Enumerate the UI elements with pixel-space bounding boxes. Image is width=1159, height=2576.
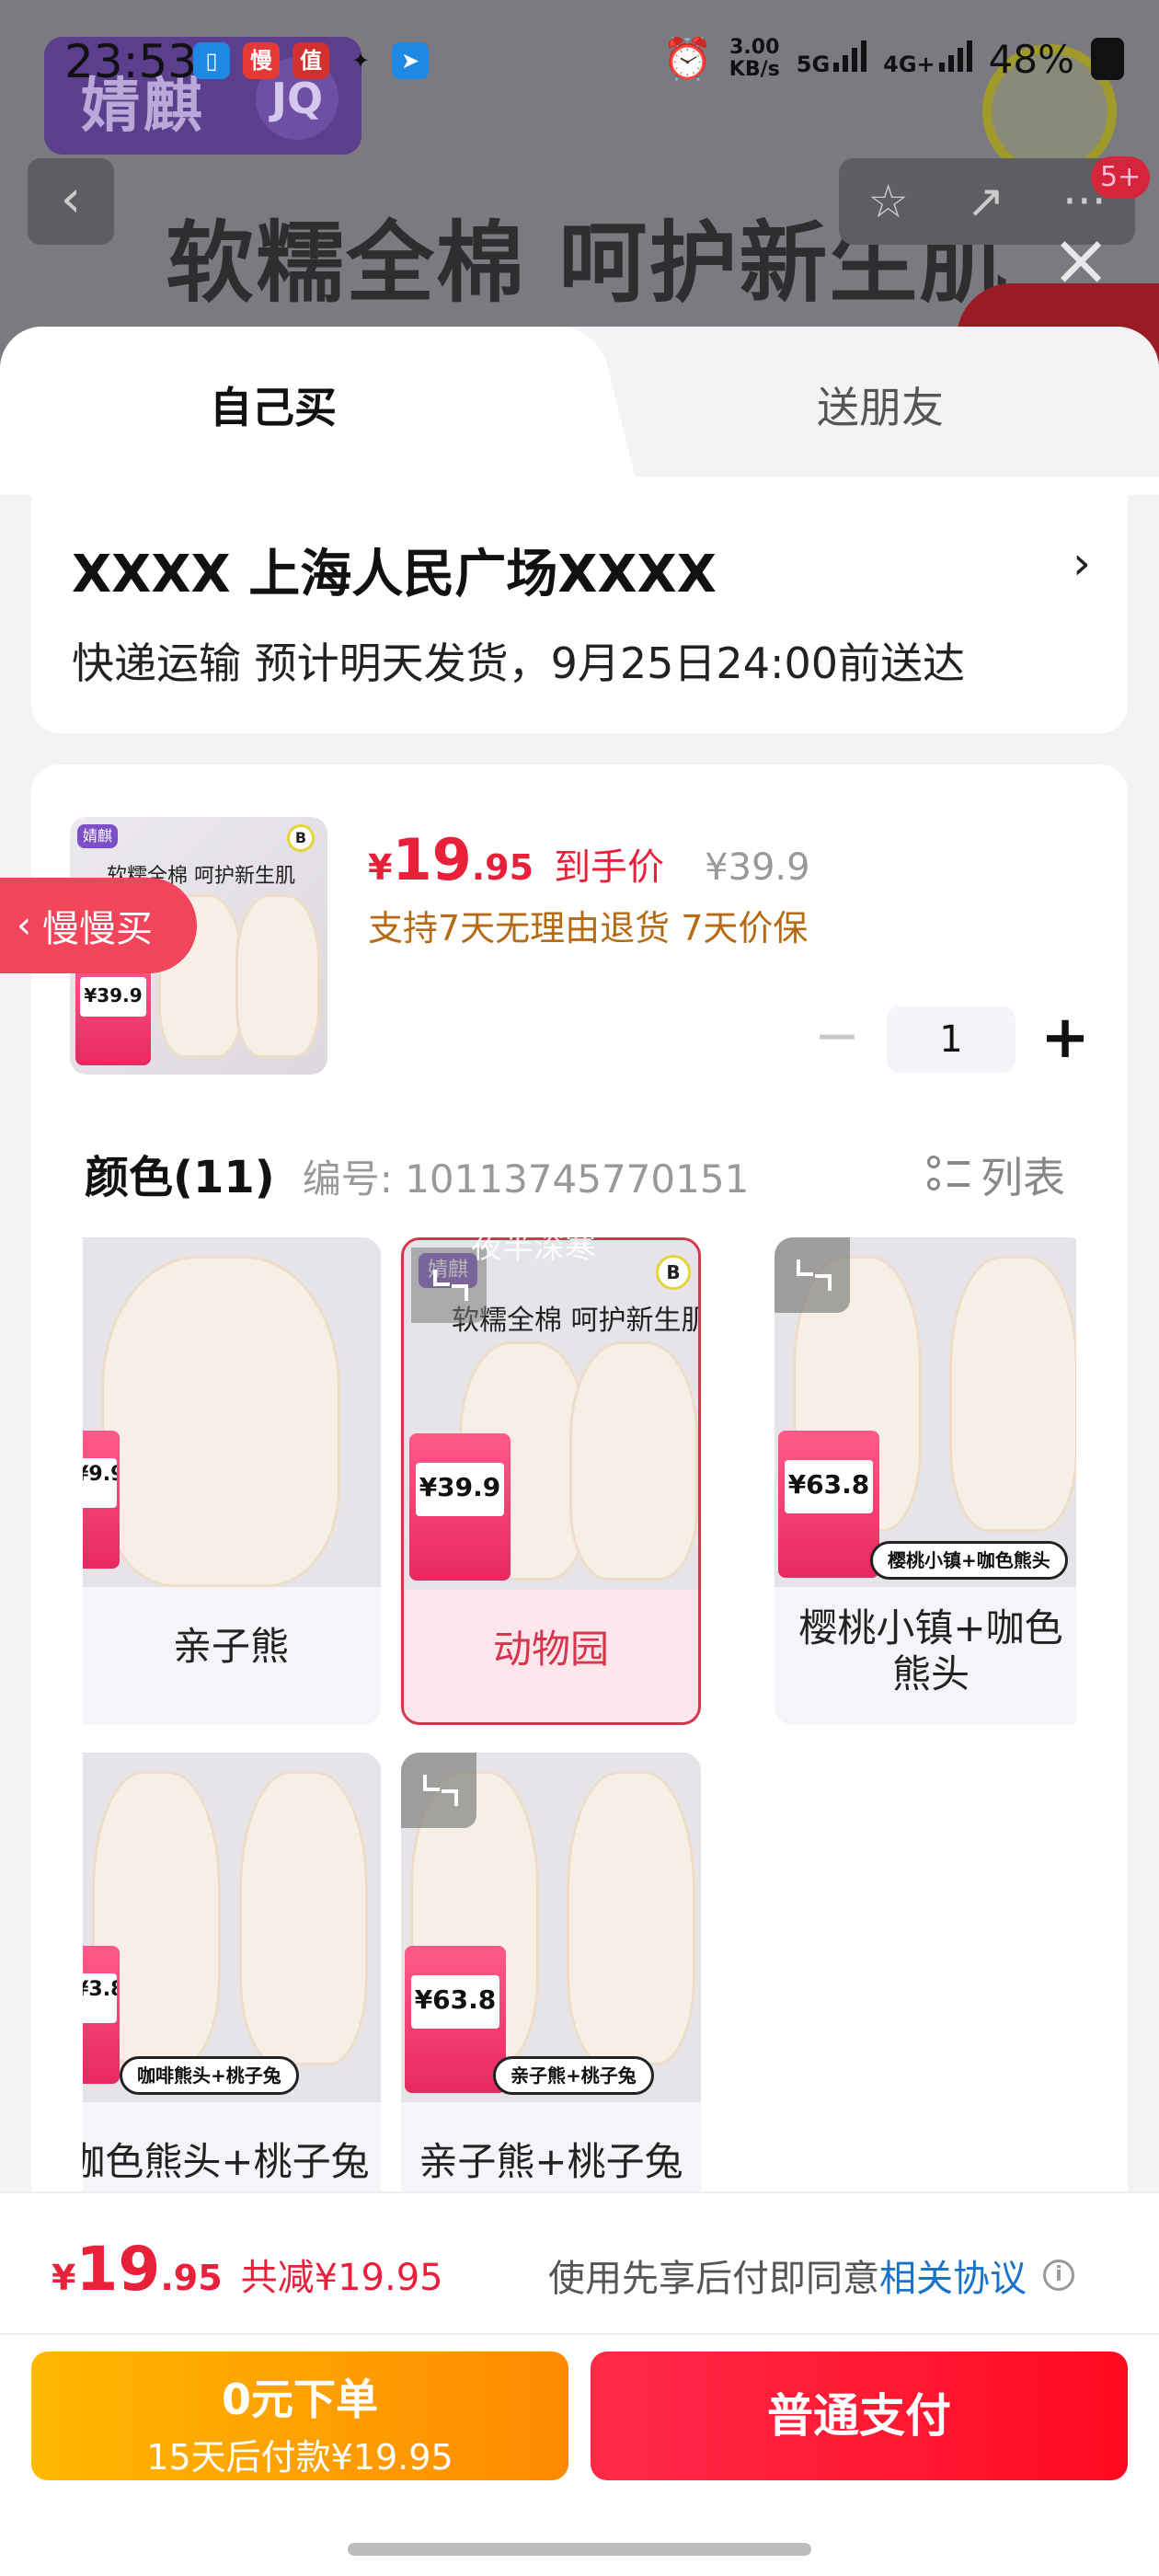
option-name: 咖色熊头+桃子兔 (83, 2139, 370, 2184)
option-chip: 樱桃小镇+咖色熊头 (870, 1541, 1068, 1580)
decrease-quantity-button[interactable]: − (809, 1008, 865, 1067)
pay-later-button[interactable]: 0元下单 15天后付款¥19.95 (31, 2352, 568, 2480)
thumb-brand-tag: 婧麒 (77, 824, 119, 848)
tab-buy-for-self[interactable]: 自己买 (210, 374, 337, 435)
product-price: ¥ 19 .95 到手价 ¥39.9 (368, 826, 810, 893)
manmanmai-notification-icon: 慢 (243, 42, 280, 79)
quantity-stepper: − 1 + (809, 1006, 1093, 1073)
option-price-tag: ¥9.9 (83, 1431, 120, 1569)
quantity-input[interactable]: 1 (887, 1006, 1016, 1073)
share-icon[interactable]: ↗ (967, 175, 1005, 228)
option-price-tag: ¥3.8 (83, 1946, 120, 2084)
shipping-info: 快递运输 预计明天发货，9月25日24:00前送达 (72, 638, 965, 688)
zoom-icon[interactable] (401, 1753, 476, 1828)
tab-send-to-friend[interactable]: 送朋友 (817, 374, 944, 435)
original-price: ¥39.9 (705, 846, 810, 889)
option-name: 樱桃小镇+咖色熊头 (798, 1605, 1063, 1696)
color-option-grid: ¥9.9 亲子熊 婧麒 B 软糯全棉 呵护新生肌 ¥39.9 动物园 ¥63.8… (83, 1237, 1076, 2194)
cursor-app-icon: ➤ (392, 42, 429, 79)
battery-level: 48% (988, 36, 1075, 82)
battery-icon (1091, 38, 1125, 80)
color-option-card[interactable]: ¥63.8 樱桃小镇+咖色熊头 樱桃小镇+咖色熊头 (775, 1237, 1076, 1725)
option-price-tag: ¥39.9 (409, 1433, 511, 1581)
watermark-text: 夜半深寒 (471, 1229, 596, 1266)
handshake-icon: ✦ (350, 48, 371, 74)
discount-total: 共减¥19.95 (240, 2257, 443, 2299)
slow-buy-button[interactable]: ‹ 慢慢买 (0, 878, 197, 973)
status-bar: 23:53 ▯ 慢 值 ✦ ➤ ⏰ 3.00 KB/s 5G 4G+ 48% (0, 28, 1159, 101)
favorite-star-icon[interactable]: ☆ (867, 175, 909, 228)
agreement-notice: 使用先享后付即同意 相关协议 i (548, 2248, 1074, 2302)
garment-image (239, 1771, 368, 2065)
product-code: 编号: 10113745770151 (302, 1156, 750, 1202)
color-option-card-selected[interactable]: 婧麒 B 软糯全棉 呵护新生肌 ¥39.9 动物园 (401, 1237, 701, 1725)
net-speed: 3.00 KB/s (729, 36, 780, 81)
option-name: 亲子熊+桃子兔 (419, 2139, 683, 2184)
color-option-card[interactable]: ¥3.8 咖啡熊头+桃子兔 咖色熊头+桃子兔 (83, 1753, 381, 2194)
price-label: 到手价 (554, 846, 665, 889)
option-name: 亲子熊 (172, 1624, 289, 1669)
zoom-icon[interactable] (775, 1237, 850, 1313)
color-option-card[interactable]: ¥63.8 亲子熊+桃子兔 亲子熊+桃子兔 (401, 1753, 701, 2194)
garment-image (949, 1256, 1076, 1532)
notification-icons: ▯ 慢 值 ✦ ➤ (193, 42, 429, 79)
color-header: 颜色(11) 编号: 10113745770151 (85, 1141, 749, 1205)
option-image: ¥3.8 咖啡熊头+桃子兔 (83, 1753, 381, 2102)
checkout-footer: ¥ 19 .95 共减¥19.95 使用先享后付即同意 相关协议 i 0元下单 … (0, 2191, 1159, 2576)
option-chip: 亲子熊+桃子兔 (493, 2056, 654, 2095)
chevron-right-icon: › (1073, 536, 1091, 590)
garment-image (567, 1771, 695, 2065)
color-option-card[interactable]: ¥9.9 亲子熊 (83, 1237, 381, 1725)
garment-image (235, 894, 320, 1058)
status-right: ⏰ 3.00 KB/s 5G 4G+ 48% (662, 35, 1125, 83)
smzdm-notification-icon: 值 (293, 42, 329, 79)
image-title: 软糯全棉 呵护新生肌 (452, 1305, 698, 1337)
address-card[interactable]: XXXX 上海人民广场XXXX › 快递运输 预计明天发货，9月25日24:00… (31, 492, 1128, 733)
color-title: 颜色(11) (85, 1152, 275, 1203)
back-button[interactable]: ‹ (28, 158, 114, 245)
option-price-tag: ¥63.8 (405, 1946, 506, 2093)
signal-5g-icon: 5G (797, 40, 867, 77)
alarm-icon: ⏰ (662, 36, 713, 83)
app-notification-icon: ▯ (193, 42, 230, 79)
option-chip: 咖啡熊头+桃子兔 (120, 2056, 299, 2095)
signal-4g-icon: 4G+ (883, 40, 972, 77)
divider (0, 2333, 1159, 2335)
option-image: ¥9.9 (83, 1237, 381, 1587)
return-promise: 支持7天无理由退货 7天价保 (368, 908, 809, 949)
option-name: 动物园 (492, 1627, 609, 1672)
total-price: ¥ 19 .95 共减¥19.95 (52, 2234, 443, 2305)
b-badge: B (656, 1255, 691, 1290)
garment-image (101, 1256, 340, 1587)
agreement-link[interactable]: 相关协议 (879, 2248, 1027, 2302)
info-icon[interactable]: i (1043, 2260, 1074, 2291)
garment-image (569, 1341, 698, 1581)
list-icon (927, 1154, 970, 1196)
address-line: XXXX 上海人民广场XXXX (72, 545, 717, 604)
message-count-badge: 5+ (1091, 156, 1151, 199)
purchase-tabs: 自己买 送朋友 (0, 327, 1159, 477)
increase-quantity-button[interactable]: + (1038, 1008, 1093, 1067)
status-time: 23:53 (64, 35, 198, 88)
option-price-tag: ¥63.8 (778, 1431, 879, 1578)
list-view-toggle[interactable]: 列表 (927, 1144, 1065, 1205)
normal-pay-button[interactable]: 普通支付 (591, 2352, 1128, 2480)
chevron-left-icon: ‹ (17, 904, 31, 947)
thumb-b-badge: B (287, 824, 315, 852)
home-indicator[interactable] (348, 2543, 811, 2556)
close-icon[interactable]: × (1049, 224, 1113, 296)
